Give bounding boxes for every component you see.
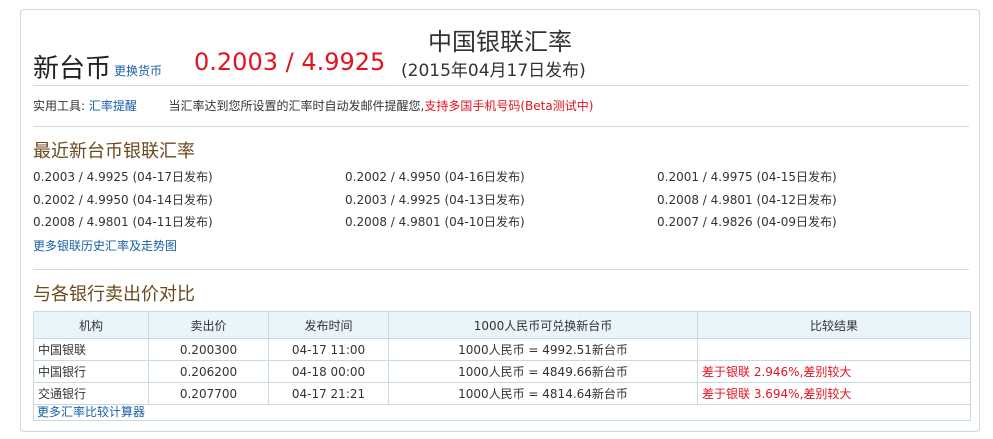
cell-result xyxy=(697,338,970,361)
rate-item: 0.2008 / 4.9801 (04-10日发布) xyxy=(345,215,525,229)
current-rate: 0.2003 / 4.9925 xyxy=(194,48,386,76)
col-header-sell-price: 卖出价 xyxy=(148,312,269,339)
rate-item: 0.2002 / 4.9950 (04-14日发布) xyxy=(33,193,213,207)
cell-exchange: 1000人民币 = 4849.66新台币 xyxy=(388,360,698,383)
cell-sell-price: 0.206200 xyxy=(148,360,269,383)
recent-rates-title: 最近新台币银联汇率 xyxy=(33,141,195,162)
page-title: 中国银联汇率 xyxy=(428,28,572,56)
col-header-institution: 机构 xyxy=(34,312,149,339)
cell-publish-time: 04-17 11:00 xyxy=(268,338,389,361)
bank-compare-table: 机构 卖出价 发布时间 1000人民币可兑换新台币 比较结果 中国银联 0.20… xyxy=(34,312,970,405)
col-header-exchange: 1000人民币可兑换新台币 xyxy=(388,312,698,339)
divider xyxy=(33,85,969,86)
exchange-rate-panel: 中国银联汇率 新台币 更换货币 0.2003 / 4.9925 (2015年04… xyxy=(20,9,980,432)
rate-item: 0.2008 / 4.9801 (04-11日发布) xyxy=(33,215,213,229)
cell-publish-time: 04-17 21:21 xyxy=(268,382,389,405)
cell-institution: 交通银行 xyxy=(34,382,149,405)
rate-item: 0.2003 / 4.9925 (04-13日发布) xyxy=(345,193,525,207)
cell-exchange: 1000人民币 = 4814.64新台币 xyxy=(388,382,698,405)
rate-item: 0.2008 / 4.9801 (04-12日发布) xyxy=(657,193,837,207)
more-calculator-link[interactable]: 更多汇率比较计算器 xyxy=(37,403,145,420)
cell-institution: 中国银联 xyxy=(34,338,149,361)
rate-item: 0.2001 / 4.9975 (04-15日发布) xyxy=(657,170,837,184)
table-row: 中国银行 0.206200 04-18 00:00 1000人民币 = 4849… xyxy=(34,360,970,383)
switch-currency-link[interactable]: 更换货币 xyxy=(114,62,162,79)
rate-item: 0.2002 / 4.9950 (04-16日发布) xyxy=(345,170,525,184)
bank-compare-title: 与各银行卖出价对比 xyxy=(33,284,195,305)
currency-name: 新台币 xyxy=(33,54,112,84)
rate-item: 0.2003 / 4.9925 (04-17日发布) xyxy=(33,170,213,184)
tools-description: 当汇率达到您所设置的汇率时自动发邮件提醒您, xyxy=(168,99,425,113)
table-row: 交通银行 0.207700 04-17 21:21 1000人民币 = 4814… xyxy=(34,382,970,405)
cell-exchange: 1000人民币 = 4992.51新台币 xyxy=(388,338,698,361)
col-header-publish-time: 发布时间 xyxy=(268,312,389,339)
divider xyxy=(33,126,969,127)
table-header-row: 机构 卖出价 发布时间 1000人民币可兑换新台币 比较结果 xyxy=(34,312,970,339)
mobile-support-link[interactable]: 支持多国手机号码(Beta测试中) xyxy=(424,99,593,113)
cell-sell-price: 0.200300 xyxy=(148,338,269,361)
more-history-link[interactable]: 更多银联历史汇率及走势图 xyxy=(33,237,177,254)
cell-result: 差于银联 3.694%,差别较大 xyxy=(697,382,970,405)
rate-item: 0.2007 / 4.9826 (04-09日发布) xyxy=(657,215,837,229)
divider xyxy=(33,269,969,270)
cell-institution: 中国银行 xyxy=(34,360,149,383)
cell-publish-time: 04-18 00:00 xyxy=(268,360,389,383)
cell-sell-price: 0.207700 xyxy=(148,382,269,405)
table-row: 中国银联 0.200300 04-17 11:00 1000人民币 = 4992… xyxy=(34,338,970,361)
col-header-result: 比较结果 xyxy=(697,312,970,339)
bank-compare-box: 机构 卖出价 发布时间 1000人民币可兑换新台币 比较结果 中国银联 0.20… xyxy=(33,311,971,421)
tools-bar: 实用工具: 汇率提醒 当汇率达到您所设置的汇率时自动发邮件提醒您,支持多国手机号… xyxy=(33,97,593,114)
tools-label: 实用工具: xyxy=(33,99,86,113)
cell-result: 差于银联 2.946%,差别较大 xyxy=(697,360,970,383)
publish-date: (2015年04月17日发布) xyxy=(401,61,586,81)
rate-alert-link[interactable]: 汇率提醒 xyxy=(89,99,137,113)
